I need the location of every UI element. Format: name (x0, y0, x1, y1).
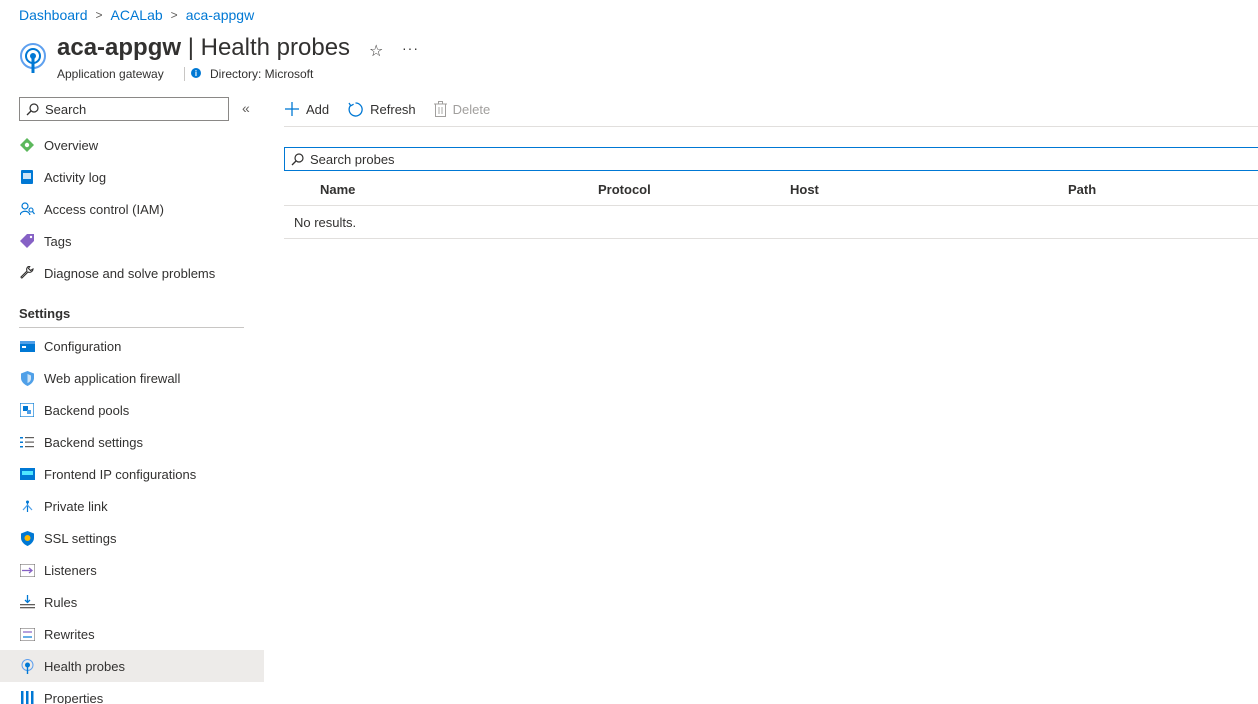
collapse-sidebar-icon[interactable]: « (242, 100, 250, 116)
sidebar-item-label: Rules (44, 594, 78, 610)
backend-pools-icon (19, 402, 35, 418)
sidebar-item-label: Tags (44, 233, 72, 249)
refresh-button-label: Refresh (370, 101, 416, 117)
sidebar-item-frontend-ip[interactable]: Frontend IP configurations (0, 458, 264, 490)
sidebar-nav: Overview Activity log Access control (IA… (0, 129, 264, 704)
trash-icon (433, 101, 447, 117)
sidebar-search-placeholder: Search (45, 101, 87, 117)
sidebar-item-label: Overview (44, 137, 99, 153)
sidebar-item-configuration[interactable]: Configuration (0, 330, 264, 362)
sidebar-item-listeners[interactable]: Listeners (0, 554, 264, 586)
directory-label: Directory: Microsoft (210, 67, 314, 81)
delete-button[interactable]: Delete (433, 101, 491, 117)
sidebar-item-label: Access control (IAM) (44, 201, 164, 217)
sidebar-item-label: Backend settings (44, 434, 144, 450)
more-icon[interactable]: ··· (402, 40, 419, 56)
sidebar-item-label: Configuration (44, 338, 122, 354)
breadcrumb-dashboard[interactable]: Dashboard (19, 7, 88, 23)
sidebar-item-label: SSL settings (44, 530, 117, 546)
activity-log-icon (19, 169, 35, 185)
sidebar-item-backend-pools[interactable]: Backend pools (0, 394, 264, 426)
sidebar-item-backend-settings[interactable]: Backend settings (0, 426, 264, 458)
settings-section-label: Settings (19, 306, 71, 321)
title-separator: | (187, 34, 194, 61)
resource-type: Application gateway (57, 67, 164, 81)
sidebar-item-waf[interactable]: Web application firewall (0, 362, 264, 394)
command-bar: Add Refresh Delete (284, 96, 508, 122)
properties-icon (19, 690, 35, 704)
sidebar-item-rules[interactable]: Rules (0, 586, 264, 618)
breadcrumb: Dashboard > ACALab > aca-appgw (19, 7, 254, 23)
iam-icon (19, 201, 35, 217)
sidebar-item-label: Activity log (44, 169, 107, 185)
sidebar-item-properties[interactable]: Properties (0, 682, 264, 704)
configuration-icon (19, 338, 35, 354)
rules-icon (19, 594, 35, 610)
sidebar-item-label: Private link (44, 498, 108, 514)
add-button[interactable]: Add (284, 101, 329, 117)
star-icon[interactable]: ☆ (369, 41, 383, 61)
page-name: Health probes (200, 34, 351, 61)
sidebar-item-iam[interactable]: Access control (IAM) (0, 193, 264, 225)
sidebar-item-activity-log[interactable]: Activity log (0, 161, 264, 193)
sidebar-item-label: Frontend IP configurations (44, 466, 197, 482)
frontend-ip-icon (19, 466, 35, 482)
delete-button-label: Delete (452, 101, 491, 117)
search-icon (26, 102, 39, 115)
sidebar-item-label: Rewrites (44, 626, 95, 642)
overview-icon (19, 137, 35, 153)
sidebar-item-rewrites[interactable]: Rewrites (0, 618, 264, 650)
rewrites-icon (19, 626, 35, 642)
resource-name: aca-appgw (57, 34, 182, 61)
wrench-icon (19, 265, 35, 281)
sidebar-item-health-probes[interactable]: Health probes (0, 650, 264, 682)
column-header-protocol[interactable]: Protocol (598, 182, 651, 197)
health-probe-title-icon (20, 43, 46, 73)
breadcrumb-acalab[interactable]: ACALab (111, 7, 163, 23)
sidebar-item-ssl-settings[interactable]: SSL settings (0, 522, 264, 554)
sidebar-item-label: Web application firewall (44, 370, 181, 386)
column-header-path[interactable]: Path (1068, 182, 1096, 197)
sidebar-item-diagnose[interactable]: Diagnose and solve problems (0, 257, 264, 289)
ssl-shield-icon (19, 530, 35, 546)
probe-search-placeholder: Search probes (310, 151, 395, 167)
probe-search-input[interactable]: Search probes (284, 147, 1258, 171)
sidebar-item-label: Diagnose and solve problems (44, 265, 216, 281)
plus-icon (284, 101, 300, 117)
health-probe-icon (19, 658, 35, 674)
chevron-right-icon: > (95, 8, 103, 22)
private-link-icon (19, 498, 35, 514)
listeners-icon (19, 562, 35, 578)
subtitle-divider (184, 67, 185, 81)
list-settings-icon (19, 434, 35, 450)
shield-icon (19, 370, 35, 386)
sidebar-item-tags[interactable]: Tags (0, 225, 264, 257)
chevron-right-icon: > (170, 8, 178, 22)
breadcrumb-aca-appgw[interactable]: aca-appgw (186, 7, 255, 23)
refresh-icon (347, 101, 364, 118)
page-title: aca-appgw | Health probes (57, 34, 350, 62)
probes-table-header: Name Protocol Host Path (284, 174, 1258, 206)
empty-state-row: No results. (284, 207, 1258, 239)
section-divider (19, 327, 244, 328)
column-header-name[interactable]: Name (320, 182, 355, 197)
column-header-host[interactable]: Host (790, 182, 819, 197)
sidebar-item-label: Backend pools (44, 402, 130, 418)
refresh-button[interactable]: Refresh (347, 101, 416, 118)
tag-icon (19, 233, 35, 249)
toolbar-divider (284, 126, 1258, 127)
sidebar-item-label: Health probes (44, 658, 125, 674)
search-icon (291, 152, 304, 165)
sidebar-search-input[interactable]: Search (19, 97, 229, 121)
sidebar-item-private-link[interactable]: Private link (0, 490, 264, 522)
info-icon: i (191, 68, 201, 78)
sidebar-item-label: Listeners (44, 562, 97, 578)
sidebar-item-label: Properties (44, 690, 104, 704)
sidebar-item-overview[interactable]: Overview (0, 129, 264, 161)
add-button-label: Add (306, 101, 330, 117)
